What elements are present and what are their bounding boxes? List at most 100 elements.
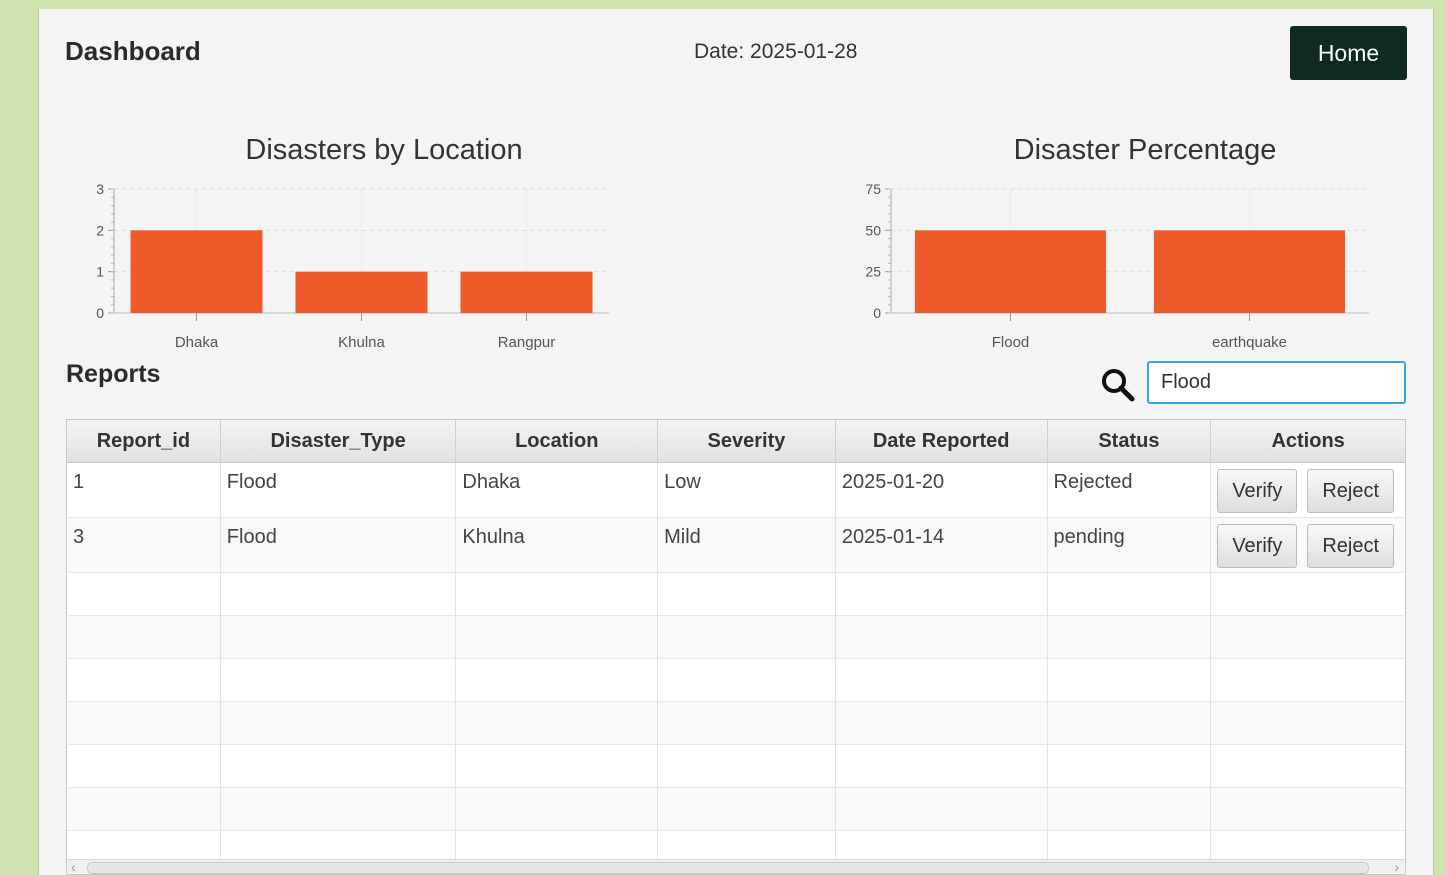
empty-cell: [456, 573, 659, 615]
empty-cell: [658, 702, 836, 744]
empty-cell: [836, 745, 1048, 787]
empty-cell: [658, 573, 836, 615]
empty-cell: [1048, 659, 1212, 701]
empty-table-row: [67, 616, 1405, 659]
empty-cell: [836, 788, 1048, 830]
empty-cell: [1048, 573, 1212, 615]
empty-cell: [1211, 788, 1405, 830]
empty-cell: [658, 788, 836, 830]
y-tick-label: 1: [96, 264, 104, 280]
empty-cell: [658, 745, 836, 787]
empty-cell: [658, 659, 836, 701]
empty-cell: [67, 659, 221, 701]
empty-cell: [1211, 616, 1405, 658]
column-header-actions[interactable]: Actions: [1211, 420, 1405, 462]
empty-cell: [67, 573, 221, 615]
cell-disaster-type: Flood: [221, 463, 457, 517]
reject-button[interactable]: Reject: [1307, 524, 1395, 568]
empty-cell: [221, 659, 457, 701]
empty-cell: [67, 702, 221, 744]
scroll-right-icon[interactable]: ›: [1394, 860, 1399, 874]
empty-table-row: [67, 702, 1405, 745]
empty-cell: [221, 788, 457, 830]
empty-cell: [456, 702, 659, 744]
empty-table-row: [67, 659, 1405, 702]
empty-cell: [1211, 745, 1405, 787]
chart-title: Disasters by Location: [245, 134, 522, 166]
reject-button[interactable]: Reject: [1307, 469, 1395, 513]
empty-rows: [67, 573, 1405, 874]
empty-cell: [1048, 702, 1212, 744]
bar: [1153, 230, 1346, 313]
column-header-severity[interactable]: Severity: [658, 420, 836, 462]
disaster-percentage-chart: Disaster Percentage 0 25 50 75 Flood earthquak…: [839, 119, 1379, 364]
column-header-location[interactable]: Location: [456, 420, 659, 462]
empty-cell: [836, 659, 1048, 701]
dashboard-window: Dashboard Date: 2025-01-28 Home Disaster…: [38, 9, 1434, 875]
empty-table-row: [67, 745, 1405, 788]
empty-cell: [456, 659, 659, 701]
x-tick-label: earthquake: [1212, 334, 1287, 351]
table-row[interactable]: 3 Flood Khulna Mild 2025-01-14 pending V…: [67, 518, 1405, 573]
empty-cell: [67, 616, 221, 658]
empty-cell: [836, 702, 1048, 744]
cell-date-reported: 2025-01-20: [836, 463, 1048, 517]
bar: [460, 271, 593, 313]
empty-cell: [221, 616, 457, 658]
empty-cell: [1048, 616, 1212, 658]
cell-location: Khulna: [456, 518, 659, 572]
cell-report-id: 3: [67, 518, 221, 572]
empty-cell: [1048, 788, 1212, 830]
empty-cell: [456, 745, 659, 787]
current-date: Date: 2025-01-28: [694, 40, 858, 63]
column-header-disaster-type[interactable]: Disaster_Type: [221, 420, 457, 462]
scrollbar-thumb[interactable]: [87, 862, 1369, 874]
percentage-bar-chart: Disaster Percentage 0 25 50 75 Flood earthquak…: [865, 134, 1369, 351]
empty-cell: [1211, 702, 1405, 744]
empty-table-row: [67, 788, 1405, 831]
empty-cell: [456, 788, 659, 830]
column-header-report-id[interactable]: Report_id: [67, 420, 221, 462]
empty-cell: [221, 745, 457, 787]
page-title: Dashboard: [65, 36, 201, 66]
cell-actions: Verify Reject: [1211, 518, 1405, 572]
cell-actions: Verify Reject: [1211, 463, 1405, 517]
column-header-date-reported[interactable]: Date Reported: [836, 420, 1048, 462]
empty-cell: [836, 573, 1048, 615]
table-header: Report_id Disaster_Type Location Severit…: [67, 420, 1405, 463]
column-header-status[interactable]: Status: [1048, 420, 1212, 462]
cell-disaster-type: Flood: [221, 518, 457, 572]
verify-button[interactable]: Verify: [1217, 469, 1298, 513]
y-tick-label: 0: [873, 305, 881, 321]
cell-severity: Mild: [658, 518, 836, 572]
x-tick-label: Dhaka: [175, 334, 219, 351]
cell-location: Dhaka: [456, 463, 659, 517]
search-input[interactable]: [1147, 361, 1406, 404]
horizontal-scrollbar[interactable]: ‹ ›: [67, 859, 1405, 874]
y-tick-label: 2: [96, 222, 104, 238]
cell-status: pending: [1048, 518, 1212, 572]
empty-cell: [1211, 573, 1405, 615]
y-tick-label: 50: [865, 222, 881, 238]
empty-cell: [658, 616, 836, 658]
reports-heading: Reports: [66, 360, 161, 388]
chart-title: Disaster Percentage: [1014, 134, 1277, 166]
table-row[interactable]: 1 Flood Dhaka Low 2025-01-20 Rejected Ve…: [67, 463, 1405, 518]
y-tick-label: 75: [865, 181, 881, 197]
location-bar-chart: Disasters by Location 0 1 2 3 Dhaka Khulna Rang…: [96, 134, 609, 351]
scroll-left-icon[interactable]: ‹: [71, 860, 76, 874]
empty-cell: [221, 702, 457, 744]
verify-button[interactable]: Verify: [1217, 524, 1298, 568]
search-icon[interactable]: [1100, 367, 1136, 403]
empty-cell: [67, 745, 221, 787]
empty-cell: [1048, 745, 1212, 787]
y-tick-label: 3: [96, 181, 104, 197]
y-tick-label: 25: [865, 264, 881, 280]
home-button[interactable]: Home: [1290, 26, 1407, 80]
empty-cell: [456, 616, 659, 658]
empty-cell: [221, 573, 457, 615]
cell-report-id: 1: [67, 463, 221, 517]
empty-cell: [1211, 659, 1405, 701]
y-tick-label: 0: [96, 305, 104, 321]
empty-cell: [836, 616, 1048, 658]
